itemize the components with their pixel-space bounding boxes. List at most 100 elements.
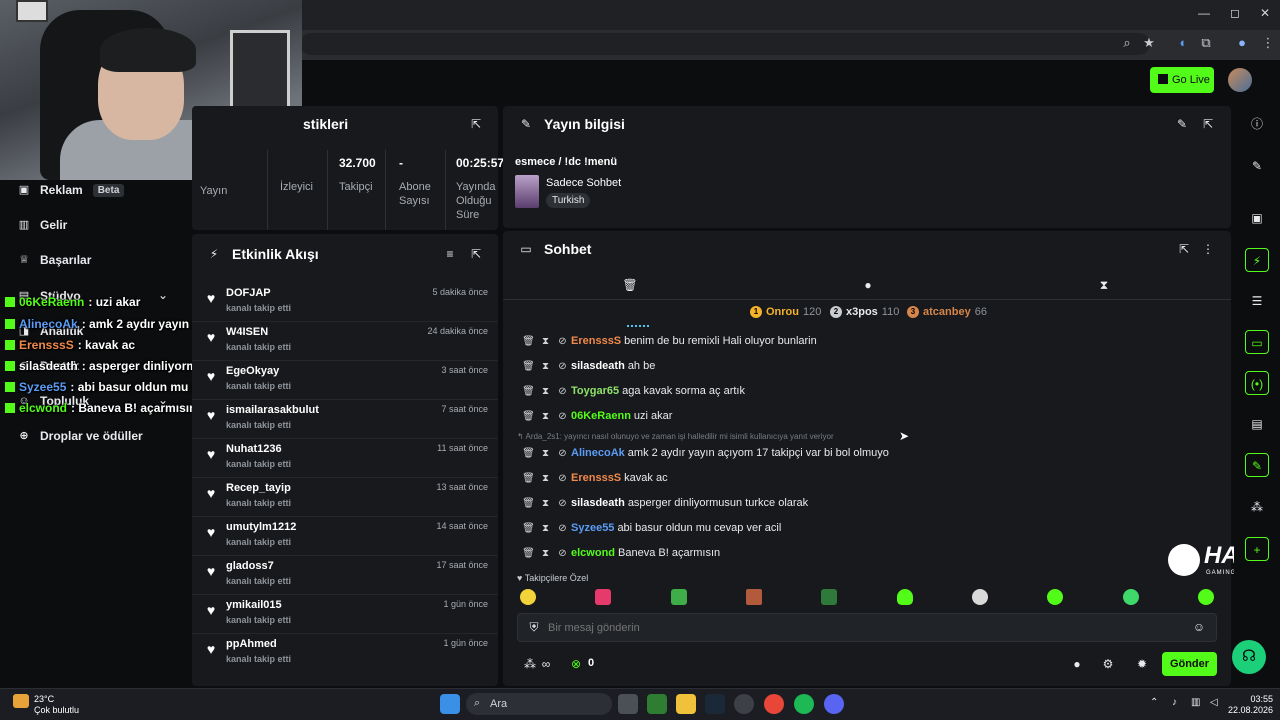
chevron-down-icon[interactable]: ⌄ bbox=[158, 288, 168, 302]
list-icon[interactable]: ☰ bbox=[1245, 289, 1269, 313]
network-icon[interactable]: ▥ bbox=[1191, 697, 1200, 708]
event-user[interactable]: Nuhat1236 bbox=[226, 443, 282, 455]
sidebar-item-basarilar[interactable]: ♕ Başarılar bbox=[18, 250, 91, 270]
weather-widget[interactable]: 23°C Çok bulutlu bbox=[34, 694, 79, 716]
event-user[interactable]: umutylm1212 bbox=[226, 521, 296, 533]
ban-icon[interactable]: ⊘ bbox=[554, 336, 571, 347]
chrome-icon[interactable] bbox=[764, 694, 784, 714]
emote[interactable] bbox=[897, 589, 913, 605]
chat-username[interactable]: silasdeath bbox=[571, 497, 625, 509]
timeout-icon[interactable]: ⧗ bbox=[537, 523, 554, 534]
emote[interactable] bbox=[520, 589, 536, 605]
task-view-icon[interactable] bbox=[618, 694, 638, 714]
chat-username[interactable]: ErensssS bbox=[571, 335, 621, 347]
delete-icon[interactable]: 🗑 bbox=[520, 548, 537, 559]
timeout-icon[interactable]: ⧗ bbox=[537, 386, 554, 397]
event-user[interactable]: W4ISEN bbox=[226, 326, 268, 338]
emoji-icon[interactable]: ☺ bbox=[1191, 619, 1207, 635]
chat-username[interactable]: ErensssS bbox=[571, 472, 621, 484]
extensions-puzzle-icon[interactable]: ⧉ bbox=[1198, 35, 1214, 51]
spotify-icon[interactable] bbox=[794, 694, 814, 714]
taskbar-search[interactable]: Ara bbox=[466, 693, 612, 715]
microphone-icon[interactable]: ♪ bbox=[1172, 697, 1177, 708]
timeout-icon[interactable]: ⧗ bbox=[537, 473, 554, 484]
emote[interactable] bbox=[1047, 589, 1063, 605]
messages-tab-icon[interactable]: ● bbox=[860, 277, 876, 293]
ban-icon[interactable]: ⊘ bbox=[554, 498, 571, 509]
chat-input[interactable] bbox=[548, 617, 1168, 638]
discord-icon[interactable] bbox=[824, 694, 844, 714]
ban-icon[interactable]: ⊘ bbox=[554, 361, 571, 372]
popout-icon[interactable]: ⇱ bbox=[468, 116, 484, 132]
delete-icon[interactable]: 🗑 bbox=[520, 336, 537, 347]
profile-icon[interactable]: ● bbox=[1234, 35, 1250, 51]
timeout-icon[interactable]: ⧗ bbox=[537, 361, 554, 372]
emote[interactable] bbox=[671, 589, 687, 605]
event-user[interactable]: ymikail015 bbox=[226, 599, 282, 611]
minimize-icon[interactable]: — bbox=[1197, 6, 1211, 20]
zoom-icon[interactable]: ⌕ bbox=[1119, 35, 1135, 51]
edit-icon[interactable]: ✎ bbox=[1245, 154, 1269, 178]
delete-icon[interactable]: 🗑 bbox=[520, 411, 537, 422]
delete-icon[interactable]: 🗑 bbox=[520, 498, 537, 509]
timeout-tab-icon[interactable]: ⧗ bbox=[1096, 277, 1112, 293]
close-icon[interactable]: ✕ bbox=[1258, 6, 1272, 20]
chat-settings-bubble-icon[interactable]: ● bbox=[1069, 656, 1085, 672]
delete-icon[interactable]: 🗑 bbox=[520, 386, 537, 397]
bookmark-star-icon[interactable]: ★ bbox=[1141, 35, 1157, 51]
emote[interactable] bbox=[595, 589, 611, 605]
ban-icon[interactable]: ⊘ bbox=[554, 386, 571, 397]
chat-username[interactable]: 06KeRaenn bbox=[571, 410, 631, 422]
steam-icon[interactable] bbox=[705, 694, 725, 714]
popout-icon[interactable]: ⇱ bbox=[468, 246, 484, 262]
delete-icon[interactable]: 🗑 bbox=[520, 361, 537, 372]
delete-icon[interactable]: 🗑 bbox=[520, 523, 537, 534]
emote[interactable] bbox=[972, 589, 988, 605]
extension-icon[interactable]: ◖ bbox=[1174, 35, 1190, 51]
ban-icon[interactable]: ⊘ bbox=[554, 473, 571, 484]
sidebar-item-reklam[interactable]: ▣ Reklam Beta bbox=[18, 180, 125, 200]
chat-username[interactable]: elcwond bbox=[571, 547, 615, 559]
event-user[interactable]: Recep_tayip bbox=[226, 482, 291, 494]
popout-icon[interactable]: ⇱ bbox=[1200, 116, 1216, 132]
ban-icon[interactable]: ⊘ bbox=[554, 411, 571, 422]
send-button[interactable]: Gönder bbox=[1162, 652, 1217, 676]
info-icon[interactable]: ⓘ bbox=[1245, 112, 1269, 136]
chat-username[interactable]: Toygar65 bbox=[571, 385, 619, 397]
clock[interactable]: 03:55 22.08.2026 bbox=[1228, 694, 1273, 716]
event-user[interactable]: EgeOkyay bbox=[226, 365, 279, 377]
chevron-up-icon[interactable]: ⌃ bbox=[1150, 697, 1158, 708]
file-explorer-icon[interactable] bbox=[676, 694, 696, 714]
more-icon[interactable]: ⋮ bbox=[1200, 241, 1216, 257]
chat-username[interactable]: Syzee55 bbox=[571, 522, 614, 534]
event-user[interactable]: ppAhmed bbox=[226, 638, 277, 650]
badge-settings-icon[interactable]: ✹ bbox=[1134, 656, 1150, 672]
address-bar[interactable] bbox=[300, 33, 1150, 55]
xbox-icon[interactable] bbox=[647, 694, 667, 714]
delete-icon[interactable]: 🗑 bbox=[520, 448, 537, 459]
timeout-icon[interactable]: ⧗ bbox=[537, 498, 554, 509]
go-live-button[interactable]: Go Live bbox=[1150, 67, 1214, 93]
plus-icon[interactable]: + bbox=[1245, 537, 1269, 561]
maximize-icon[interactable]: ◻ bbox=[1228, 6, 1242, 20]
community-icon[interactable]: ⁂ bbox=[522, 656, 538, 672]
community-icon[interactable]: ⁂ bbox=[1245, 495, 1269, 519]
broadcast-icon[interactable]: (•) bbox=[1245, 371, 1269, 395]
event-user[interactable]: DOFJAP bbox=[226, 287, 271, 299]
headset-support-icon[interactable]: ☊ bbox=[1232, 640, 1266, 674]
server-icon[interactable]: ▤ bbox=[1245, 412, 1269, 436]
gear-icon[interactable]: ⚙ bbox=[1100, 656, 1116, 672]
emote[interactable] bbox=[821, 589, 837, 605]
sidebar-item-droplar[interactable]: ⊕ Droplar ve ödüller bbox=[18, 426, 142, 446]
lightning-icon[interactable]: ⚡ bbox=[1245, 248, 1269, 272]
emote[interactable] bbox=[746, 589, 762, 605]
ban-icon[interactable]: ⊘ bbox=[554, 523, 571, 534]
timeout-icon[interactable]: ⧗ bbox=[537, 411, 554, 422]
ban-icon[interactable]: ⊘ bbox=[554, 548, 571, 559]
sidebar-item-gelir[interactable]: ▥ Gelir bbox=[18, 215, 68, 235]
popout-icon[interactable]: ⇱ bbox=[1176, 241, 1192, 257]
layout-icon[interactable]: ▣ bbox=[1245, 206, 1269, 230]
volume-icon[interactable]: ◁ bbox=[1210, 697, 1218, 708]
edit-pencil-icon[interactable]: ✎ bbox=[1174, 116, 1190, 132]
ban-icon[interactable]: ⊘ bbox=[554, 448, 571, 459]
